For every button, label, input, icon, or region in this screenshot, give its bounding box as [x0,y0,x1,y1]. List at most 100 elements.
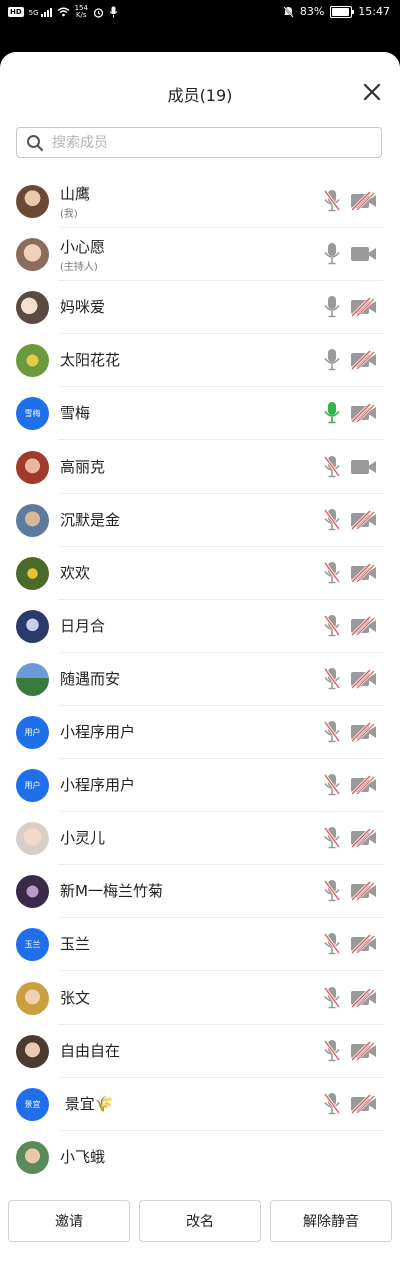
avatar [16,291,49,325]
avatar [16,238,49,272]
member-row[interactable]: 小心愿 (主持人) [0,228,400,282]
microphone-muted-icon[interactable] [322,614,342,638]
member-name: 欢欢 [60,563,91,582]
member-row[interactable]: 欢欢 [0,547,400,600]
camera-off-icon[interactable] [350,562,378,583]
member-name: 小飞蛾 [60,1147,106,1166]
avatar: 用户 [16,769,49,803]
avatar [16,344,49,378]
microphone-muted-icon[interactable] [322,986,342,1010]
camera-off-icon[interactable] [350,775,378,796]
member-name: 新M一梅兰竹菊 [60,882,163,901]
microphone-muted-icon[interactable] [322,189,342,213]
mute-bell-icon [283,5,294,18]
member-name: 妈咪爱 [60,298,106,317]
camera-off-icon[interactable] [350,934,378,955]
member-name: 太阳花花 [60,351,121,370]
member-row[interactable]: 张文 [0,972,400,1025]
unmute-all-button[interactable]: 解除静音 [270,1200,392,1242]
network-speed: 154 K/s [75,5,88,19]
invite-button[interactable]: 邀请 [8,1200,130,1242]
member-row[interactable]: 山鹰 (我) [0,175,400,228]
members-panel: 成员(19) 山鹰 (我) 小心愿 (主持人) 妈咪爱太阳花花雪梅雪梅高丽克沉默是金欢欢… [0,52,400,1280]
microphone-muted-icon[interactable] [322,1092,342,1116]
camera-off-icon[interactable] [350,987,378,1008]
microphone-muted-icon[interactable] [322,508,342,532]
action-bar: 邀请 改名 解除静音 [8,1200,392,1242]
microphone-muted-icon[interactable] [322,1039,342,1063]
camera-off-icon[interactable] [350,881,378,902]
camera-off-icon[interactable] [350,1093,378,1114]
clock: 15:47 [358,5,390,18]
member-row[interactable]: 小灵儿 [0,812,400,866]
member-row[interactable]: 随遇而安 [0,653,400,706]
wifi-icon [57,7,70,17]
member-row[interactable]: 太阳花花 [0,334,400,388]
member-row[interactable]: 用户 小程序用户 [0,706,400,759]
camera-off-icon[interactable] [350,615,378,636]
member-row[interactable]: 雪梅 雪梅 [0,387,400,441]
microphone-icon[interactable] [322,348,342,372]
avatar [16,822,49,856]
avatar [16,1140,49,1174]
camera-off-icon[interactable] [350,403,378,424]
rename-button[interactable]: 改名 [139,1200,261,1242]
avatar [16,609,49,643]
microphone-muted-icon[interactable] [322,773,342,797]
avatar [16,875,49,909]
member-name: 雪梅 [60,404,91,423]
member-row[interactable]: 沉默是金 [0,494,400,547]
microphone-muted-icon[interactable] [322,932,342,956]
microphone-muted-icon[interactable] [322,826,342,850]
member-row[interactable]: 用户 小程序用户 [0,759,400,813]
member-row[interactable]: 妈咪爱 [0,281,400,335]
avatar [16,185,49,218]
member-row[interactable]: 小飞蛾 [0,1131,400,1184]
microphone-muted-icon[interactable] [322,667,342,691]
camera-off-icon[interactable] [350,350,378,371]
member-name: 小心愿 [60,238,106,257]
camera-off-icon[interactable] [350,668,378,689]
network-type-label: 5G [28,8,39,17]
camera-off-icon[interactable] [350,1040,378,1061]
avatar [16,556,49,590]
member-row[interactable]: 玉兰 玉兰 [0,918,400,972]
member-name: 日月合 [60,616,106,635]
camera-off-icon[interactable] [350,721,378,743]
member-row[interactable]: 自由自在 [0,1025,400,1078]
microphone-icon[interactable] [322,242,342,266]
camera-off-icon[interactable] [350,190,378,212]
camera-off-icon[interactable] [350,828,378,849]
member-row[interactable]: 高丽克 [0,441,400,494]
microphone-status-icon [109,6,118,18]
member-name: 小程序用户 [60,776,136,795]
member-name: 高丽克 [60,457,106,476]
member-name: 随遇而安 [60,669,121,688]
microphone-muted-icon[interactable] [322,720,342,744]
microphone-icon[interactable] [322,295,342,319]
microphone-muted-icon[interactable] [322,455,342,479]
speed-unit: K/s [75,11,87,19]
member-role-tag: (主持人) [60,262,98,274]
avatar [16,503,49,537]
member-name: 自由自在 [60,1041,121,1060]
member-row[interactable]: 新M一梅兰竹菊 [0,865,400,919]
avatar [16,450,49,484]
camera-off-icon[interactable] [350,509,378,530]
microphone-speaking-icon[interactable] [322,401,342,425]
cellular-signal-icon: 5G [28,7,52,17]
avatar: 景宜 [16,1087,49,1121]
camera-off-icon[interactable] [350,297,378,318]
member-row[interactable]: 景宜 景宜🌾 [0,1078,400,1131]
microphone-muted-icon[interactable] [322,879,342,903]
member-name: 张文 [60,988,91,1007]
camera-icon[interactable] [350,244,378,264]
battery-percent: 83% [299,5,325,18]
member-name: 小程序用户 [60,723,136,741]
member-row[interactable]: 日月合 [0,600,400,653]
camera-icon[interactable] [350,457,378,477]
search-input[interactable] [50,133,354,152]
microphone-muted-icon[interactable] [322,561,342,585]
close-icon[interactable] [362,82,382,102]
search-box[interactable] [16,127,382,158]
